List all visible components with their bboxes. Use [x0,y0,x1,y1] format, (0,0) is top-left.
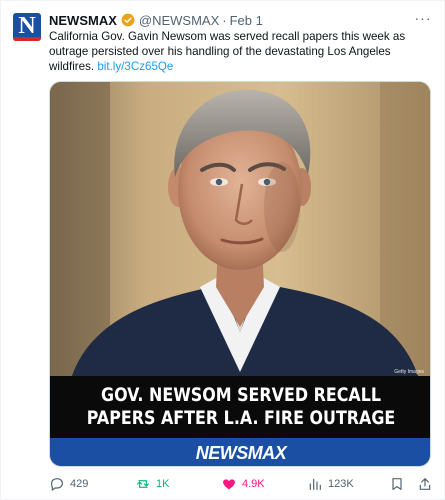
repost-button[interactable]: 1K [135,475,169,493]
avatar-letter: N [18,13,36,39]
headline-line-2: PAPERS AFTER L.A. FIRE OUTRAGE [86,408,396,429]
share-button[interactable] [417,475,438,493]
views-button[interactable]: 123K [307,475,354,493]
like-count: 4.9K [242,478,265,490]
newsom-photo [50,82,430,382]
avatar-stripe [13,37,41,41]
avatar[interactable]: N [13,13,41,41]
tweet-header: NEWSMAX @NEWSMAX · Feb 1 [49,11,263,29]
separator-dot: · [222,12,227,28]
reply-icon [51,478,63,491]
bookmark-button[interactable] [389,475,410,493]
like-button[interactable]: 4.9K [221,475,265,493]
brand-logo: NEWSMAX [50,438,430,466]
like-icon [223,479,235,490]
repost-icon [137,480,149,488]
views-count: 123K [328,478,354,490]
tweet-date[interactable]: Feb 1 [230,13,263,28]
bookmark-icon [392,478,402,490]
account-handle[interactable]: @NEWSMAX [139,13,219,28]
views-icon [309,478,321,490]
verified-badge-icon [121,13,135,27]
tweet-media[interactable]: Getty Images GOV. NEWSOM SERVED RECALL P… [49,81,431,467]
share-icon [419,478,431,490]
tweet-card[interactable]: N NEWSMAX @NEWSMAX · Feb 1 ··· Californi… [0,0,445,500]
reply-button[interactable]: 429 [49,475,88,493]
repost-count: 1K [156,478,170,490]
photo-credit: Getty Images [394,369,424,375]
action-bar: 429 1K 4.9K 123K [49,475,431,493]
account-name[interactable]: NEWSMAX [49,13,117,28]
more-icon[interactable]: ··· [414,9,432,27]
tweet-link[interactable]: bit.ly/3Cz65Qe [97,60,173,73]
image-headline: GOV. NEWSOM SERVED RECALL PAPERS AFTER L… [50,376,430,438]
tweet-text-block: California Gov. Gavin Newsom was served … [49,29,429,74]
headline-line-1: GOV. NEWSOM SERVED RECALL [101,385,381,406]
reply-count: 429 [70,478,89,490]
